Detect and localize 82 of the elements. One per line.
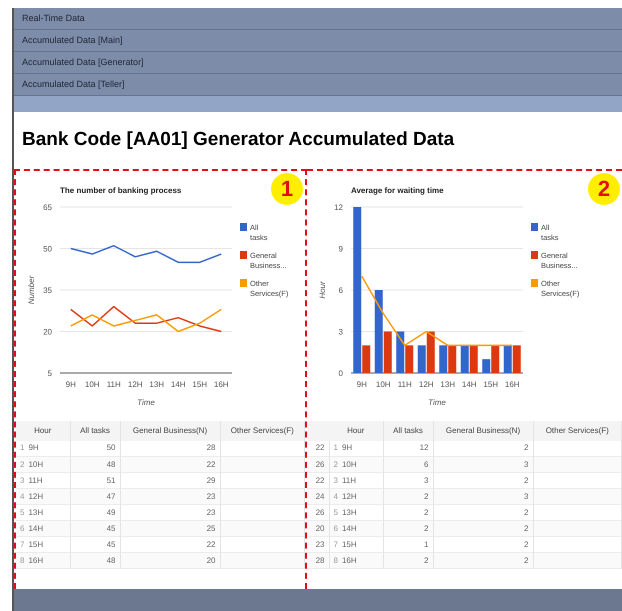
axis-tick-label: 0: [338, 368, 343, 378]
nav-item[interactable]: Accumulated Data [Teller]: [14, 74, 622, 96]
axis-tick-label: 11H: [398, 380, 412, 388]
bar: [470, 344, 478, 372]
row-number: 8: [20, 556, 24, 564]
axis-tick-label: 15H: [483, 380, 498, 388]
table-cell: 20: [120, 552, 220, 568]
row-number: 6: [20, 524, 24, 532]
bar: [448, 344, 456, 372]
bar: [504, 344, 512, 372]
axis-tick-label: 16H: [214, 380, 229, 388]
page-title: Bank Code [AA01] Generator Accumulated Data: [21, 128, 456, 152]
nav-item[interactable]: Real-Time Data: [14, 8, 622, 30]
axis-title: Number: [27, 275, 36, 304]
axis-tick-label: 13H: [440, 380, 456, 388]
axis-tick-label: 65: [43, 202, 52, 212]
table-cell: 13H: [342, 508, 357, 516]
axis-tick-label: 5: [48, 368, 52, 378]
axis-tick-label: 12: [334, 202, 343, 212]
table-cell: 2: [383, 552, 433, 568]
table-cell: 11H: [342, 476, 356, 484]
table-cell: 16H: [28, 556, 44, 564]
bar: [460, 344, 469, 372]
axis-tick-label: 16H: [504, 380, 520, 388]
row-number: 5: [334, 508, 338, 516]
row-number: 5: [20, 508, 24, 516]
axis-title: Time: [428, 398, 446, 406]
row-number: 4: [20, 492, 24, 500]
axis-tick-label: 14H: [462, 380, 477, 388]
table-cell: 12H: [342, 492, 357, 500]
row-number: 3: [334, 476, 338, 484]
table-cell: 10H: [28, 460, 44, 468]
axis-tick-label: 15H: [192, 380, 208, 388]
axis-tick-label: 9H: [66, 380, 76, 388]
axis-tick-label: 9H: [356, 380, 367, 388]
bar: [512, 344, 521, 372]
axis-tick-label: 9: [338, 244, 343, 253]
row-number: 6: [334, 524, 338, 532]
table-cell: 9H: [28, 443, 39, 452]
row-number: 1: [334, 443, 338, 452]
chart-title: Average for waiting time: [351, 186, 444, 194]
axis-tick-label: 10H: [84, 380, 100, 388]
number-badge: 1: [271, 172, 303, 204]
axis-tick-label: 10H: [376, 380, 391, 388]
number-badge: 2: [588, 172, 620, 204]
axis-title: Time: [137, 398, 155, 406]
row-number: 8: [334, 556, 338, 564]
row-number: 2: [20, 460, 24, 468]
table-cell: 48: [70, 552, 120, 568]
table-cell: 28: [307, 552, 329, 568]
table-cell: 13H: [28, 508, 44, 516]
axis-tick-label: 14H: [170, 380, 186, 388]
table-cell: 15H: [28, 540, 44, 548]
axis-tick-label: 13H: [149, 380, 164, 388]
table-cell: 15H: [342, 540, 357, 548]
table-cell: 2: [433, 552, 533, 568]
axis-tick-label: 12H: [128, 380, 143, 388]
table-cell: 14H: [342, 524, 357, 532]
axis-tick-label: 50: [43, 244, 52, 253]
axis-tick-label: 11H: [106, 380, 121, 388]
axis-tick-label: 20: [43, 327, 52, 336]
axis-tick-label: 12H: [418, 380, 434, 388]
table-cell: 12H: [28, 492, 44, 500]
row-number: 7: [334, 540, 338, 548]
row-number: 2: [334, 460, 338, 468]
chart-title: The number of banking process: [60, 186, 182, 194]
axis-tick-label: 35: [43, 286, 52, 294]
row-number: 1: [20, 443, 24, 452]
table-cell: 11H: [28, 476, 43, 484]
nav-item[interactable]: Accumulated Data [Main]: [14, 30, 622, 52]
row-number: 4: [334, 492, 338, 500]
axis-tick-label: 6: [338, 286, 343, 294]
row-number: 7: [20, 540, 24, 548]
table-cell: 14H: [28, 524, 44, 532]
row-number: 3: [20, 476, 24, 484]
bar: [439, 344, 448, 372]
axis-tick-label: 3: [338, 327, 343, 336]
table-cell: 16H: [342, 556, 357, 564]
table-cell: 9H: [342, 443, 352, 452]
axis-title: Hour: [318, 280, 327, 298]
nav-item[interactable]: Accumulated Data [Generator]: [14, 52, 622, 74]
table-cell: 10H: [342, 460, 357, 468]
